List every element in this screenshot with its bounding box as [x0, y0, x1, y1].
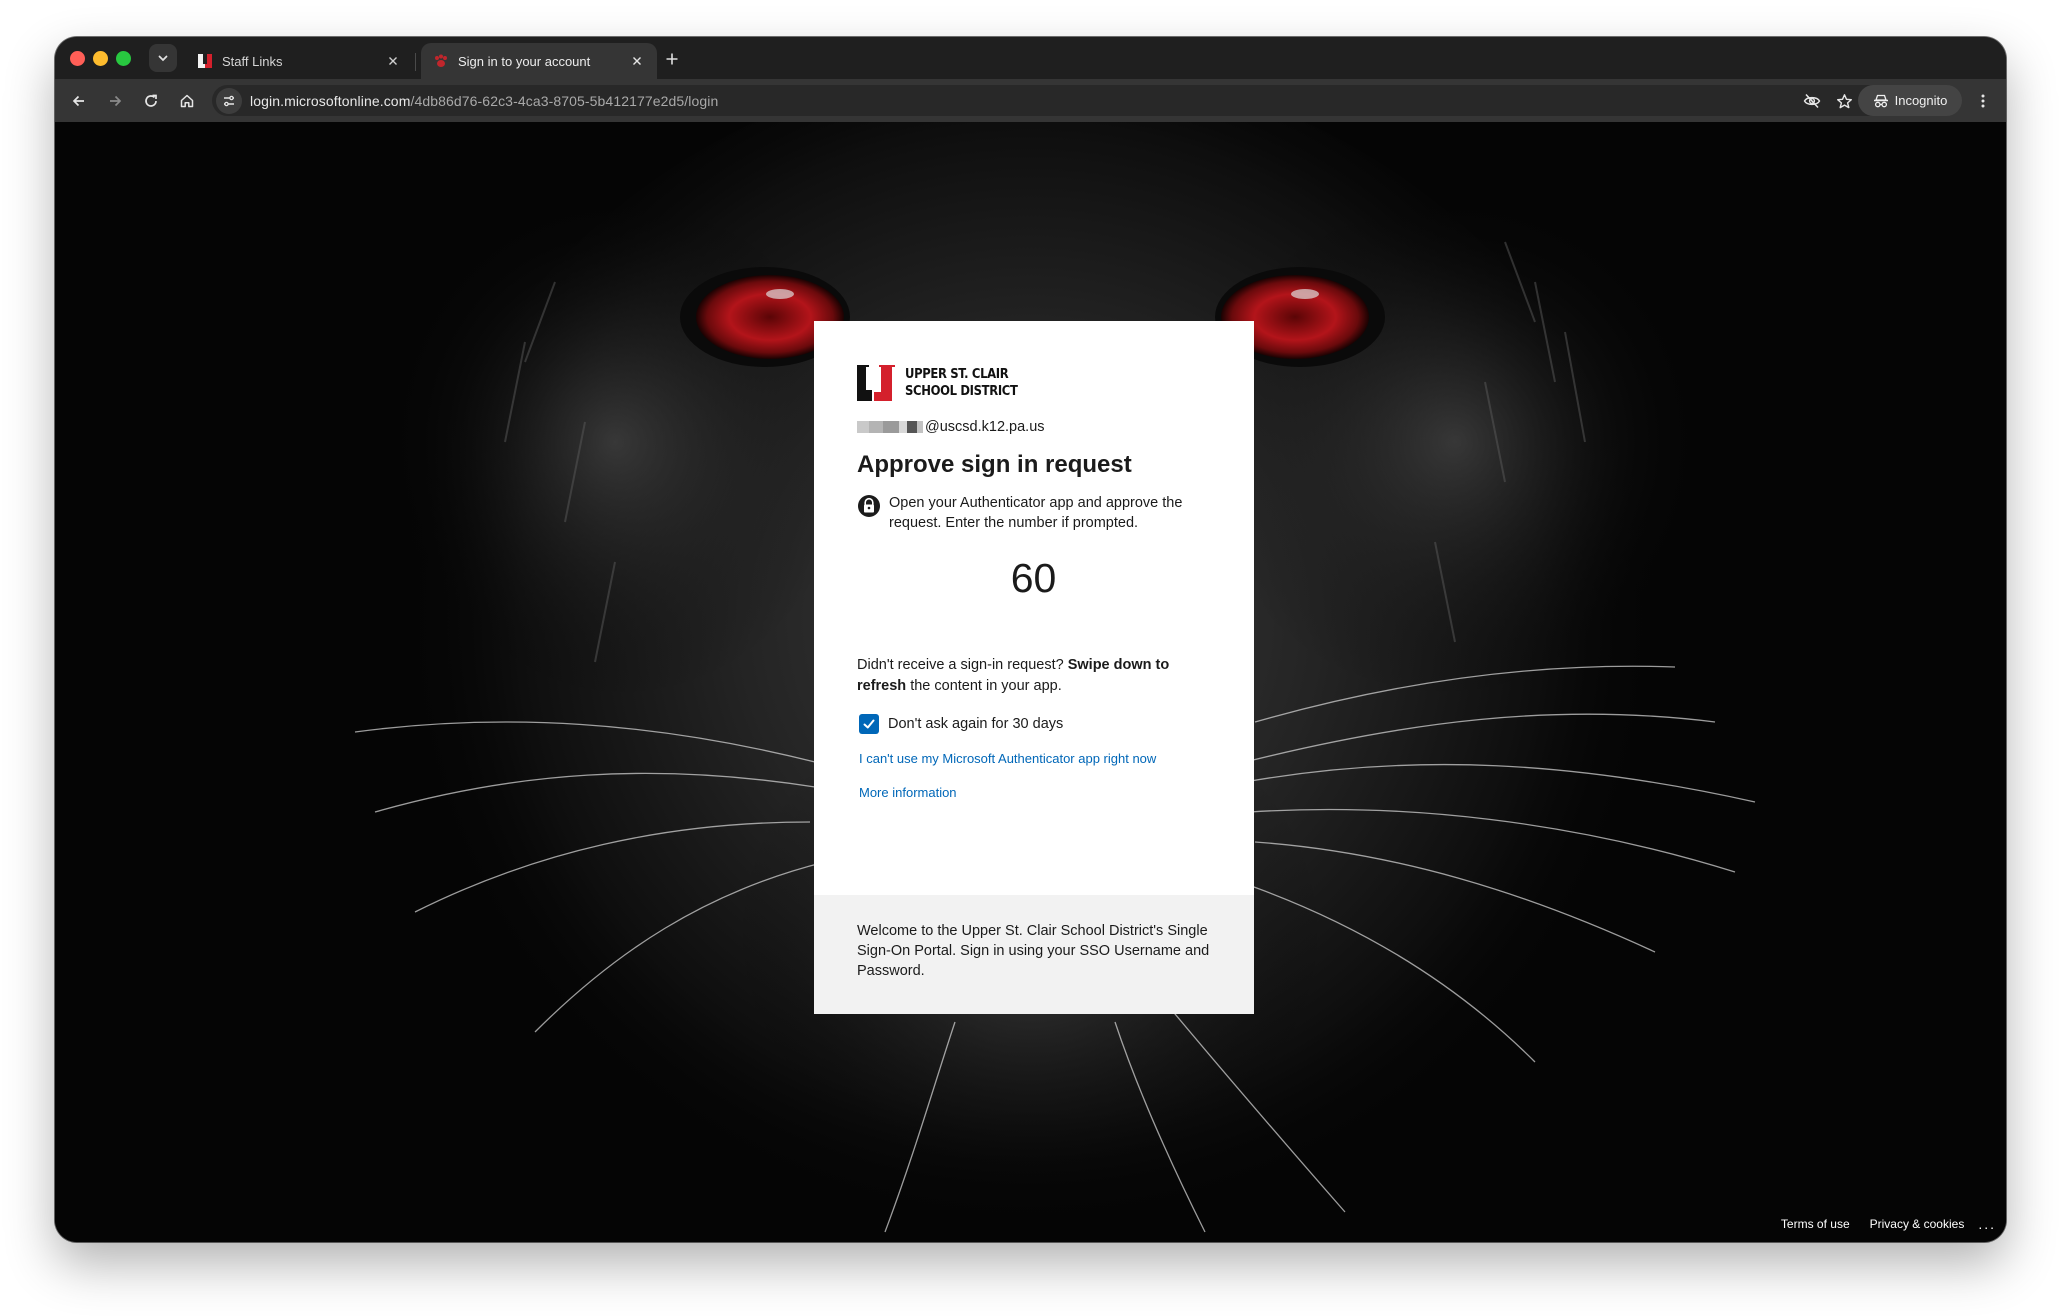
- sign-in-number: 60: [1010, 555, 1057, 601]
- checkmark-icon: [863, 719, 875, 729]
- cant-use-authenticator-link[interactable]: I can't use my Microsoft Authenticator a…: [859, 751, 1210, 766]
- tab-strip: Staff Links Sign in to your account: [55, 37, 2006, 79]
- page-footer: Terms of use Privacy & cookies ...: [1761, 1216, 1996, 1232]
- district-logo-text: UPPER ST. CLAIR SCHOOL DISTRICT: [905, 366, 1018, 400]
- new-tab-button[interactable]: [659, 46, 685, 72]
- close-tab-icon[interactable]: [629, 53, 645, 69]
- address-bar[interactable]: login.microsoftonline.com/4db86d76-62c3-…: [212, 85, 1892, 116]
- reload-button[interactable]: [137, 87, 165, 115]
- remember-device-row[interactable]: Don't ask again for 30 days: [857, 714, 1210, 734]
- close-tab-icon[interactable]: [385, 53, 401, 69]
- home-button[interactable]: [173, 87, 201, 115]
- home-icon: [180, 94, 194, 108]
- browser-menu-button[interactable]: [1969, 87, 1997, 115]
- reload-icon: [145, 94, 157, 107]
- chevron-down-icon: [158, 55, 168, 62]
- browser-toolbar: login.microsoftonline.com/4db86d76-62c3-…: [55, 79, 2006, 122]
- tab-staff-links[interactable]: Staff Links: [185, 43, 413, 79]
- arrow-right-icon: [110, 95, 122, 107]
- minimize-window-button[interactable]: [93, 51, 108, 66]
- welcome-text: Welcome to the Upper St. Clair School Di…: [857, 923, 1210, 979]
- tracking-protection-icon[interactable]: [1798, 87, 1826, 115]
- page-title: Approve sign in request: [857, 451, 1132, 478]
- sign-in-card-body: UPPER ST. CLAIR SCHOOL DISTRICT @uscsd.k…: [814, 321, 1254, 895]
- uscsd-logo-icon: [197, 53, 213, 69]
- site-info-icon[interactable]: [216, 87, 242, 114]
- zoom-window-button[interactable]: [116, 51, 131, 66]
- url-path: /4db86d76-62c3-4ca3-8705-5b412177e2d5/lo…: [410, 92, 719, 109]
- more-information-link[interactable]: More information: [859, 785, 1210, 800]
- kebab-menu-icon: [1981, 94, 1985, 108]
- bookmark-star-icon[interactable]: [1830, 87, 1858, 115]
- authenticator-lock-icon: [858, 495, 880, 517]
- remember-device-checkbox[interactable]: [859, 714, 879, 734]
- hint-suffix: the content in your app.: [906, 678, 1062, 694]
- swipe-hint: Didn't receive a sign-in request? Swipe …: [857, 655, 1197, 697]
- arrow-left-icon: [72, 95, 84, 107]
- incognito-indicator[interactable]: Incognito: [1858, 85, 1962, 116]
- url-text[interactable]: login.microsoftonline.com/4db86d76-62c3-…: [250, 93, 718, 109]
- browser-window: Staff Links Sign in to your account logi…: [55, 37, 2006, 1242]
- logo-line-1: UPPER ST. CLAIR: [905, 366, 1009, 382]
- tab-sign-in[interactable]: Sign in to your account: [421, 43, 657, 79]
- instruction-text: Open your Authenticator app and approve …: [889, 495, 1183, 531]
- sign-in-card: UPPER ST. CLAIR SCHOOL DISTRICT @uscsd.k…: [814, 321, 1254, 1014]
- incognito-icon: [1873, 94, 1888, 107]
- plus-icon: [666, 53, 678, 65]
- logo-line-2: SCHOOL DISTRICT: [905, 383, 1018, 399]
- paw-icon: [433, 53, 449, 69]
- account-identifier: @uscsd.k12.pa.us: [857, 419, 1210, 435]
- sign-in-card-footer: Welcome to the Upper St. Clair School Di…: [814, 895, 1254, 1014]
- more-options-button[interactable]: ...: [1978, 1216, 1996, 1232]
- url-host: login.microsoftonline.com: [250, 92, 411, 109]
- tab-title: Staff Links: [222, 53, 283, 69]
- page-viewport: UPPER ST. CLAIR SCHOOL DISTRICT @uscsd.k…: [55, 122, 2006, 1242]
- tab-title: Sign in to your account: [458, 53, 591, 69]
- authenticator-instruction: Open your Authenticator app and approve …: [857, 493, 1210, 533]
- hint-prefix: Didn't receive a sign-in request?: [857, 657, 1068, 673]
- account-domain: @uscsd.k12.pa.us: [925, 419, 1045, 435]
- incognito-label: Incognito: [1894, 93, 1948, 108]
- redacted-username: [857, 421, 923, 433]
- uscsd-logo-mark: [857, 365, 895, 401]
- privacy-cookies-link[interactable]: Privacy & cookies: [1870, 1217, 1965, 1231]
- tab-search-button[interactable]: [149, 44, 177, 72]
- forward-button[interactable]: [101, 87, 129, 115]
- back-button[interactable]: [65, 87, 93, 115]
- tab-separator: [415, 53, 416, 71]
- close-window-button[interactable]: [70, 51, 85, 66]
- terms-of-use-link[interactable]: Terms of use: [1781, 1217, 1850, 1231]
- remember-device-label[interactable]: Don't ask again for 30 days: [888, 716, 1063, 732]
- district-logo: UPPER ST. CLAIR SCHOOL DISTRICT: [857, 363, 1210, 403]
